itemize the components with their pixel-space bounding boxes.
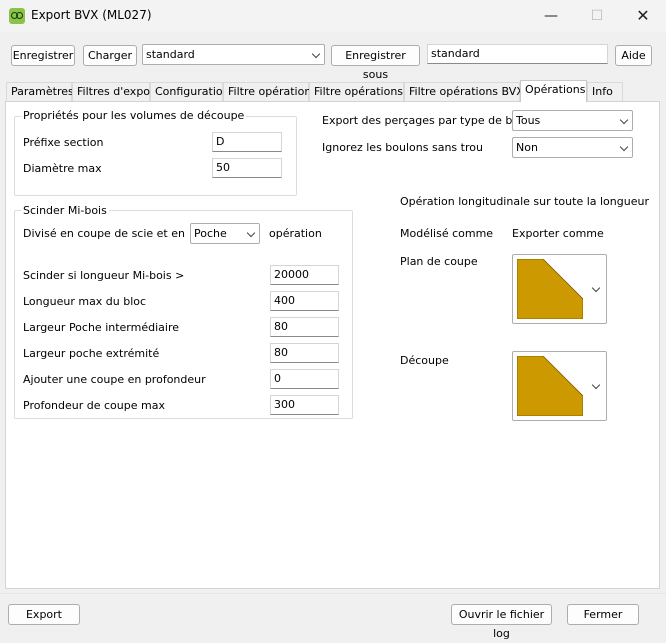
tab-parametres[interactable]: Paramètres bbox=[6, 82, 74, 101]
diameter-max-label: Diamètre max bbox=[23, 162, 102, 175]
chevron-down-icon bbox=[311, 49, 321, 59]
split-length-label: Scinder si longueur Mi-bois > bbox=[23, 269, 185, 282]
minimize-icon[interactable]: — bbox=[528, 0, 574, 32]
chevron-down-icon bbox=[246, 228, 256, 238]
depth-cut-label: Ajouter une coupe en profondeur bbox=[23, 373, 206, 386]
chevron-down-icon bbox=[591, 380, 601, 390]
prefix-section-label: Préfixe section bbox=[23, 136, 104, 149]
tab-filtre-operations[interactable]: Filtre opérations bbox=[223, 82, 317, 101]
save-as-name-input[interactable]: standard bbox=[427, 44, 608, 64]
window-title: Export BVX (ML027) bbox=[31, 8, 152, 22]
footer-separator bbox=[0, 593, 666, 594]
chamfer-shape-icon bbox=[517, 259, 583, 319]
drill-export-dropdown[interactable]: Tous bbox=[512, 110, 633, 131]
diameter-max-input[interactable]: 50 bbox=[212, 158, 282, 178]
profile-dropdown-value: standard bbox=[146, 48, 195, 61]
cut-plane-export-dropdown[interactable] bbox=[512, 254, 607, 324]
maximize-icon: ☐ bbox=[590, 8, 604, 24]
divided-label: Divisé en coupe de scie et en bbox=[23, 227, 185, 240]
cut-plane-label: Plan de coupe bbox=[400, 255, 478, 268]
tab-filtre-operations-2[interactable]: Filtre opérations 2 bbox=[309, 82, 414, 101]
half-lap-group-title: Scinder Mi-bois bbox=[21, 204, 109, 217]
max-block-length-input[interactable]: 400 bbox=[270, 291, 339, 311]
save-as-button[interactable]: Enregistrer sous bbox=[331, 45, 420, 81]
operation-label: opération bbox=[269, 227, 322, 240]
modeled-as-label: Modélisé comme bbox=[400, 227, 494, 240]
export-as-label: Exporter comme bbox=[512, 227, 604, 240]
load-button[interactable]: Charger bbox=[83, 45, 137, 66]
tab-operations[interactable]: Opérations bbox=[520, 80, 587, 102]
profile-dropdown[interactable]: standard bbox=[142, 44, 325, 65]
cutout-label: Découpe bbox=[400, 354, 449, 367]
max-cut-depth-input[interactable]: 300 bbox=[270, 395, 339, 415]
tab-filtres-export[interactable]: Filtres d'export bbox=[72, 82, 159, 101]
chamfer-shape-icon bbox=[517, 356, 583, 416]
cutout-export-dropdown[interactable] bbox=[512, 351, 607, 421]
tab-configuration[interactable]: Configuration bbox=[150, 82, 230, 101]
prefix-section-input[interactable]: D bbox=[212, 132, 282, 152]
middle-pocket-width-input[interactable]: 80 bbox=[270, 317, 339, 337]
longitudinal-title: Opération longitudinale sur toute la lon… bbox=[400, 195, 649, 208]
max-block-length-label: Longueur max du bloc bbox=[23, 295, 147, 308]
drill-export-label: Export des perçages par type de boulon bbox=[322, 114, 543, 127]
divided-dropdown[interactable]: Poche bbox=[190, 223, 260, 244]
drill-export-value: Tous bbox=[516, 114, 541, 127]
tab-info[interactable]: Info bbox=[587, 82, 623, 101]
middle-pocket-width-label: Largeur Poche intermédiaire bbox=[23, 321, 179, 334]
bvx-app-icon bbox=[9, 8, 25, 24]
tab-filtre-operations-bvx2[interactable]: Filtre opérations BVX2 bbox=[404, 82, 531, 101]
close-icon[interactable]: ✕ bbox=[620, 0, 666, 32]
split-length-input[interactable]: 20000 bbox=[270, 265, 339, 285]
ignore-bolts-value: Non bbox=[516, 141, 538, 154]
divided-dropdown-value: Poche bbox=[194, 227, 227, 240]
export-button[interactable]: Export bbox=[8, 604, 80, 625]
help-button[interactable]: Aide bbox=[615, 45, 652, 66]
cut-volumes-group-title: Propriétés pour les volumes de découpe bbox=[21, 109, 247, 122]
cut-volumes-group bbox=[14, 116, 297, 196]
end-pocket-width-input[interactable]: 80 bbox=[270, 343, 339, 363]
chevron-down-icon bbox=[619, 115, 629, 125]
ignore-bolts-dropdown[interactable]: Non bbox=[512, 137, 633, 158]
chevron-down-icon bbox=[619, 142, 629, 152]
close-button[interactable]: Fermer bbox=[567, 604, 639, 625]
depth-cut-input[interactable]: 0 bbox=[270, 369, 339, 389]
open-log-button[interactable]: Ouvrir le fichier log bbox=[451, 604, 552, 640]
chevron-down-icon bbox=[591, 283, 601, 293]
save-button[interactable]: Enregistrer bbox=[11, 45, 75, 66]
ignore-bolts-label: Ignorez les boulons sans trou bbox=[322, 141, 483, 154]
end-pocket-width-label: Largeur poche extrémité bbox=[23, 347, 160, 360]
max-cut-depth-label: Profondeur de coupe max bbox=[23, 399, 165, 412]
